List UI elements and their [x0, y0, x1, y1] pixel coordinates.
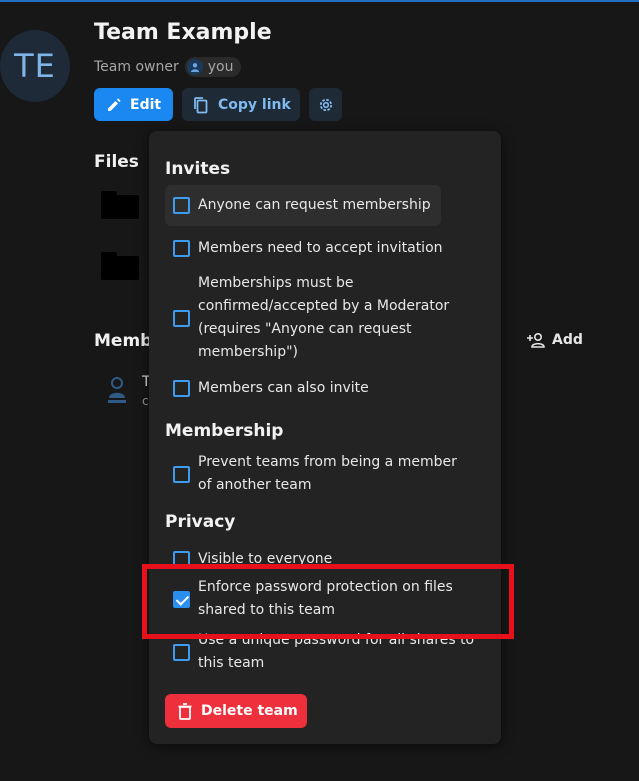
team-owner-line: Team owner you	[94, 57, 242, 77]
option-label: Memberships must be confirmed/accepted b…	[198, 275, 450, 360]
owner-user-chip[interactable]: you	[184, 57, 242, 77]
team-avatar: TE	[0, 30, 70, 102]
user-icon	[186, 59, 203, 75]
option-label: Members need to accept invitation	[198, 240, 443, 256]
option-accept-invitation[interactable]: Members need to accept invitation	[165, 237, 485, 260]
copy-icon	[194, 96, 208, 113]
add-label: Add	[552, 332, 583, 348]
members-heading: Memb	[94, 331, 153, 351]
checkbox[interactable]	[173, 643, 190, 661]
add-user-icon	[527, 332, 545, 348]
copy-link-button[interactable]: Copy link	[182, 88, 300, 121]
trash-icon	[178, 702, 192, 720]
option-anyone-can-request[interactable]: Anyone can request membership	[165, 185, 441, 226]
top-accent-line	[0, 0, 639, 2]
option-label: Anyone can request membership	[198, 197, 431, 213]
gear-icon	[319, 98, 332, 111]
checkbox[interactable]	[173, 309, 190, 327]
team-owner-label: Team owner	[94, 59, 179, 75]
checkbox[interactable]	[173, 197, 190, 214]
membership-heading: Membership	[165, 421, 284, 441]
team-settings-popover: Invites Anyone can request membership Me…	[149, 131, 501, 744]
option-label: Members can also invite	[198, 380, 369, 396]
team-title: Team Example	[94, 20, 272, 45]
option-label: Prevent teams from being a member of ano…	[198, 454, 457, 493]
add-member-button[interactable]: Add	[526, 332, 583, 348]
settings-button[interactable]	[309, 88, 342, 121]
files-heading: Files	[94, 152, 139, 172]
option-moderator-confirm[interactable]: Memberships must be confirmed/accepted b…	[165, 272, 485, 364]
option-members-invite[interactable]: Members can also invite	[165, 377, 485, 400]
copy-link-label: Copy link	[218, 96, 291, 113]
member-avatar	[104, 374, 130, 406]
edit-button[interactable]: Edit	[94, 88, 173, 121]
member-subtitle: c	[142, 394, 149, 408]
invites-heading: Invites	[165, 159, 231, 179]
owner-name: you	[207, 59, 234, 75]
privacy-heading: Privacy	[165, 512, 236, 532]
option-prevent-nesting[interactable]: Prevent teams from being a member of ano…	[165, 451, 485, 497]
highlight-annotation-box	[142, 564, 514, 639]
folder-icon[interactable]	[101, 252, 139, 280]
checkbox[interactable]	[173, 465, 190, 483]
folder-icon[interactable]	[101, 191, 139, 219]
delete-team-button[interactable]: Delete team	[165, 694, 307, 728]
checkbox[interactable]	[173, 240, 190, 257]
pencil-icon	[108, 97, 121, 111]
delete-team-label: Delete team	[201, 703, 298, 719]
edit-label: Edit	[130, 96, 162, 113]
checkbox[interactable]	[173, 380, 190, 397]
